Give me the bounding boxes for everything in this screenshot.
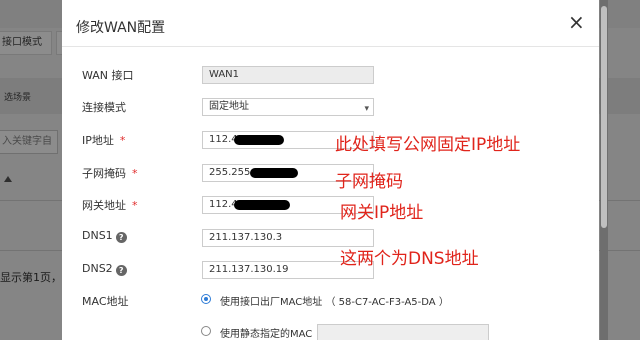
redaction-mark xyxy=(234,135,284,145)
mask-label-text: 子网掩码 xyxy=(82,167,126,180)
gateway-label-text: 网关地址 xyxy=(82,199,126,212)
wan-port-label: WAN 接口 xyxy=(82,69,134,82)
mac-static-radio[interactable] xyxy=(201,326,211,336)
page-scrollbar-thumb[interactable] xyxy=(601,6,607,228)
static-mac-input[interactable] xyxy=(317,324,489,340)
mac-label: MAC地址 xyxy=(82,295,129,308)
mac-factory-radio[interactable] xyxy=(201,294,211,304)
required-marker: * xyxy=(132,199,138,212)
mac-factory-option-label[interactable]: 使用接口出厂MAC地址 （ 58-C7-AC-F3-A5-DA ） xyxy=(220,293,449,308)
required-marker: * xyxy=(132,167,138,180)
annotation-ip: 此处填写公网固定IP地址 xyxy=(335,135,521,155)
annotation-mask: 子网掩码 xyxy=(335,172,403,192)
dialog-header-divider xyxy=(62,46,599,47)
mask-label: 子网掩码 * xyxy=(82,165,138,181)
wan-port-field: WAN1 xyxy=(202,66,374,84)
redaction-mark xyxy=(250,168,298,178)
ip-label: IP地址 * xyxy=(82,132,125,148)
redaction-mark xyxy=(234,200,290,210)
annotation-dns: 这两个为DNS地址 xyxy=(340,249,479,269)
wan-config-dialog: 修改WAN配置 × WAN 接口 WAN1 连接模式 固定地址 ▾ IP地址 * … xyxy=(62,0,599,340)
dns1-label-text: DNS1 xyxy=(82,229,113,242)
help-icon[interactable]: ? xyxy=(115,232,127,243)
help-icon[interactable]: ? xyxy=(115,265,127,276)
ip-label-text: IP地址 xyxy=(82,134,114,147)
chevron-down-icon: ▾ xyxy=(364,104,369,114)
connection-mode-value: 固定地址 xyxy=(209,101,249,112)
dns1-label: DNS1? xyxy=(82,229,127,243)
annotation-gateway: 网关IP地址 xyxy=(340,203,424,223)
mac-static-option-label[interactable]: 使用静态指定的MAC xyxy=(220,325,312,340)
gateway-label: 网关地址 * xyxy=(82,197,138,213)
dns2-label-text: DNS2 xyxy=(82,262,113,275)
required-marker: * xyxy=(119,134,126,147)
connection-mode-select[interactable]: 固定地址 ▾ xyxy=(202,98,374,116)
connection-mode-label: 连接模式 xyxy=(82,101,126,114)
close-icon[interactable]: × xyxy=(568,12,585,32)
dns2-label: DNS2? xyxy=(82,262,127,276)
dialog-title: 修改WAN配置 xyxy=(76,20,166,36)
